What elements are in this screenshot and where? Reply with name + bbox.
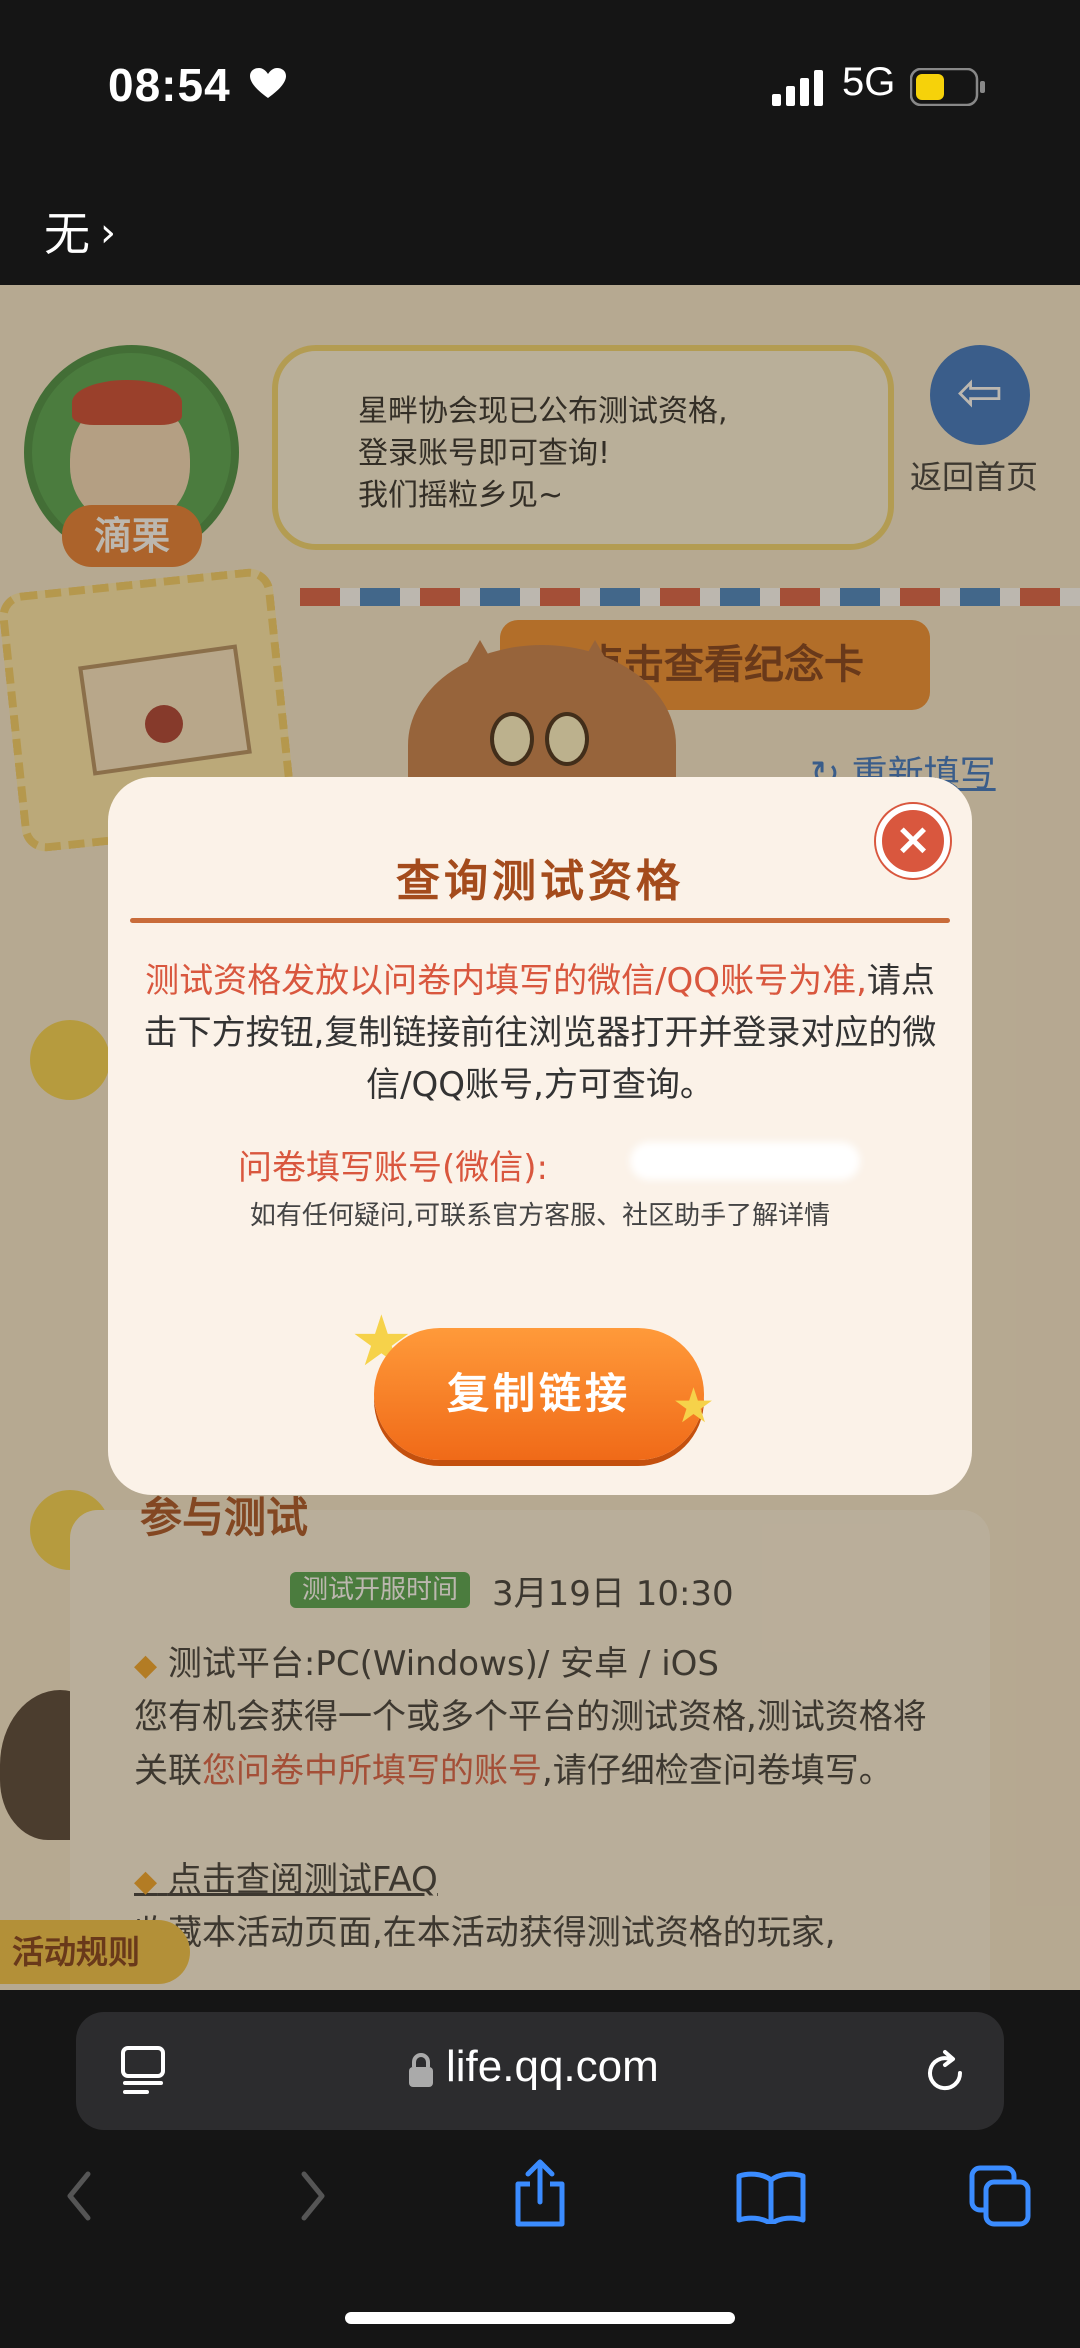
reload-icon[interactable] [920, 2048, 970, 2098]
forward-icon[interactable] [292, 2166, 332, 2226]
star-icon: ★ [672, 1378, 716, 1434]
chevron-right-icon[interactable]: › [100, 210, 116, 256]
page-menu-icon[interactable] [120, 2045, 166, 2095]
home-indicator[interactable] [345, 2312, 735, 2324]
modal-divider [130, 918, 950, 923]
back-button-label[interactable]: 无 [44, 198, 90, 264]
battery-icon [910, 68, 985, 106]
bookmarks-icon[interactable] [736, 2170, 806, 2224]
tabs-icon[interactable] [968, 2164, 1032, 2228]
modal-note: 如有任何疑问,可联系官方客服、社区助手了解详情 [249, 1201, 831, 1231]
network-type: 5G [842, 60, 896, 104]
share-icon[interactable] [510, 2158, 570, 2228]
back-icon[interactable] [60, 2166, 100, 2226]
redacted-account [630, 1142, 860, 1180]
modal-title: 查询测试资格 [396, 856, 684, 907]
status-time: 08:54 [108, 59, 231, 111]
nav-bar [0, 190, 1080, 285]
copy-link-button[interactable]: 复制链接 [374, 1328, 704, 1460]
url-text[interactable]: life.qq.com [446, 2042, 659, 2092]
signal-icon [772, 70, 823, 106]
lock-icon [409, 2053, 433, 2087]
close-icon[interactable]: × [876, 804, 950, 878]
modal-body: 测试资格发放以问卷内填写的微信/QQ账号为准,请点击下方按钮,复制链接前往浏览器… [130, 955, 950, 1111]
modal-body-highlight: 测试资格发放以问卷内填写的微信/QQ账号为准, [145, 961, 867, 1001]
heart-icon [250, 68, 286, 98]
